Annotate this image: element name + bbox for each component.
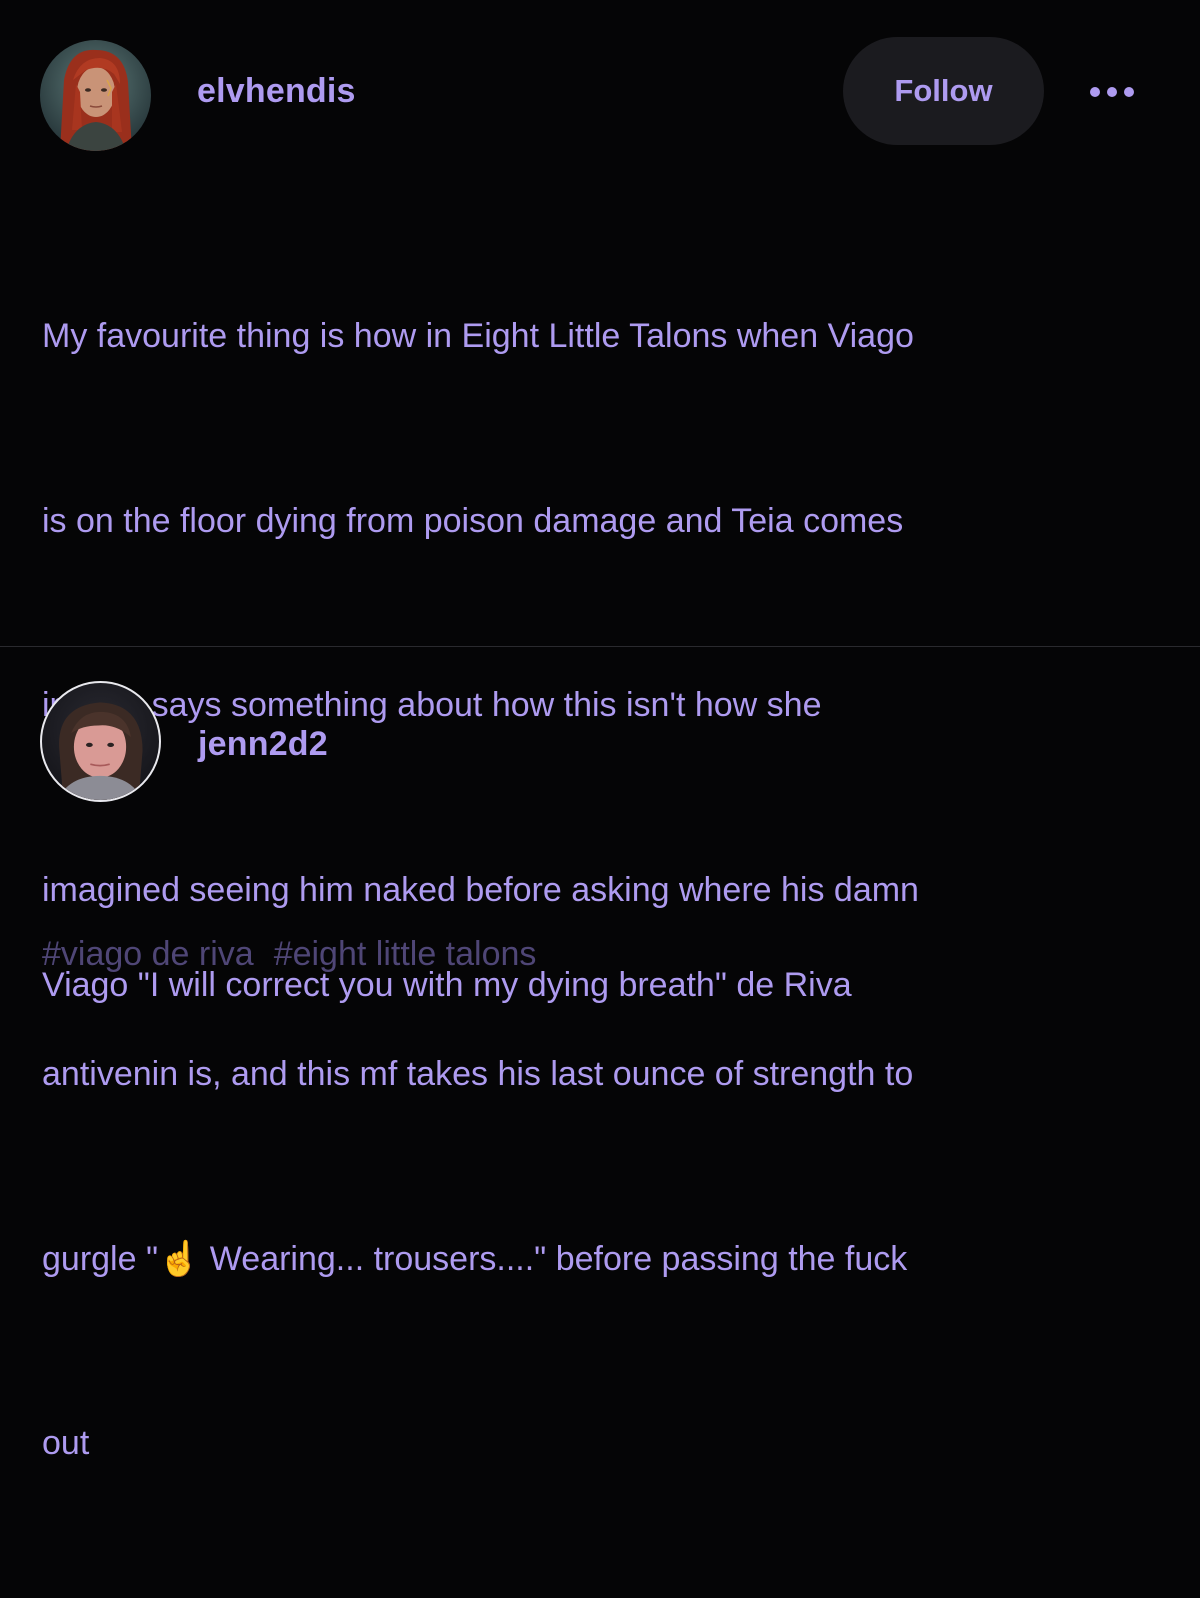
more-horizontal-icon-dot (1107, 87, 1117, 97)
follow-button[interactable]: Follow (843, 37, 1044, 145)
more-horizontal-icon (1090, 87, 1100, 97)
username[interactable]: elvhendis (197, 72, 356, 111)
tag-link[interactable]: #eight little talons (274, 935, 537, 974)
tag-list: #viago de riva #eight little talons (42, 935, 536, 974)
post-body-line: My favourite thing is how in Eight Littl… (42, 317, 914, 355)
avatar[interactable] (40, 40, 151, 151)
username[interactable]: jenn2d2 (198, 725, 328, 764)
post-body-line: is on the floor dying from poison damage… (42, 501, 904, 540)
avatar[interactable] (40, 681, 161, 802)
tag-link[interactable]: #viago de riva (42, 935, 254, 974)
more-horizontal-icon-dot (1124, 87, 1134, 97)
more-options-button[interactable] (1080, 70, 1144, 114)
avatar-portrait-image (57, 702, 143, 800)
post-body-line: out (42, 1424, 90, 1462)
reblog-post-elvhendis: elvhendis Follow My favourite thing is h… (0, 0, 1200, 1462)
avatar-portrait-image (60, 49, 132, 151)
post-body-line: gurgle "☝️ Wearing... trousers...." befo… (42, 1239, 908, 1278)
